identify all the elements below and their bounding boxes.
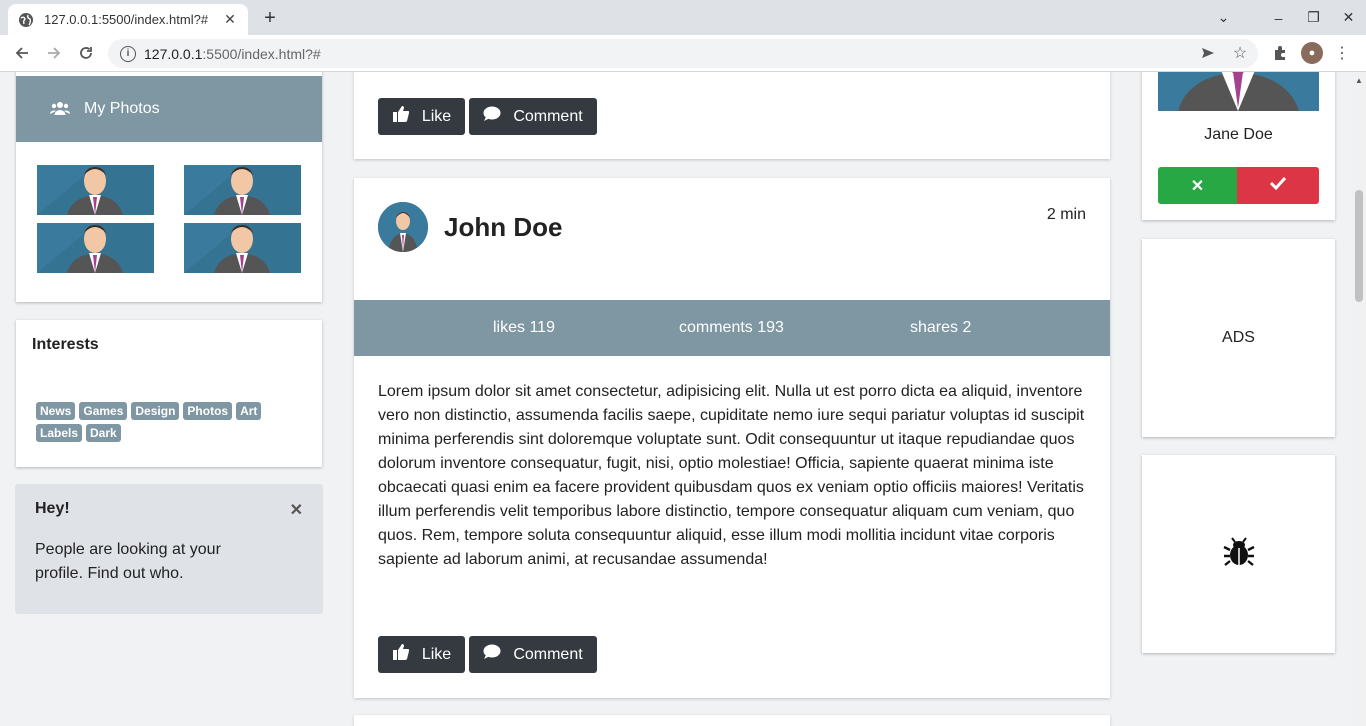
- decline-button[interactable]: ✕: [1158, 167, 1237, 204]
- scrollbar-thumb[interactable]: [1355, 190, 1363, 302]
- ads-card: ADS: [1142, 239, 1335, 437]
- post-stats-bar: likes 119 comments 193 shares 2: [354, 300, 1110, 356]
- thumbs-up-icon: [392, 643, 410, 666]
- forward-icon[interactable]: [42, 41, 66, 65]
- page-viewport: My Photos Interests News Games Design Ph…: [0, 72, 1352, 726]
- check-icon: [1269, 176, 1287, 195]
- alert-text: People are looking at your profile. Find…: [35, 541, 221, 582]
- likes-count[interactable]: likes 119: [493, 319, 555, 337]
- users-icon: [50, 101, 70, 117]
- tab-title: 127.0.0.1:5500/index.html?#: [44, 12, 209, 27]
- close-window-icon[interactable]: ✕: [1331, 9, 1366, 26]
- post-card: John Doe 2 min likes 119 comments 193 sh…: [354, 178, 1110, 698]
- user-avatar-icon: ●: [1301, 42, 1323, 64]
- photo-thumb[interactable]: [37, 165, 154, 215]
- post-body: Lorem ipsum dolor sit amet consectetur, …: [378, 383, 1085, 568]
- photo-thumb[interactable]: [184, 223, 301, 273]
- extensions-icon[interactable]: [1268, 41, 1292, 65]
- bookmark-star-icon[interactable]: ☆: [1228, 41, 1252, 65]
- window-controls: ⌄ – ❐ ✕: [1206, 0, 1366, 35]
- post-time: 2 min: [1046, 206, 1086, 223]
- friend-request-card: Jane Doe ✕: [1142, 72, 1335, 220]
- post-card: Like Comment: [354, 72, 1110, 159]
- minimize-icon[interactable]: –: [1261, 10, 1296, 26]
- url-path: :5500/index.html?#: [202, 45, 321, 62]
- comment-label: Comment: [513, 107, 583, 125]
- new-tab-icon[interactable]: +: [258, 6, 282, 30]
- tag-labels[interactable]: Labels: [36, 424, 83, 442]
- send-icon[interactable]: [1196, 41, 1220, 65]
- reload-icon[interactable]: [74, 41, 98, 65]
- like-label: Like: [421, 645, 452, 663]
- friend-photo[interactable]: [1158, 72, 1319, 111]
- shares-count[interactable]: shares 2: [910, 319, 971, 337]
- photo-thumb[interactable]: [184, 165, 301, 215]
- ads-label: ADS: [1222, 329, 1255, 346]
- tab-close-icon[interactable]: ✕: [222, 11, 238, 28]
- friend-name: Jane Doe: [1204, 126, 1273, 143]
- photo-thumb[interactable]: [37, 223, 154, 273]
- photos-title: My Photos: [84, 100, 160, 117]
- x-icon: ✕: [1190, 177, 1205, 195]
- tab-search-icon[interactable]: ⌄: [1206, 9, 1241, 26]
- bug-card: [1142, 455, 1335, 653]
- browser-toolbar: i 127.0.0.1:5500/index.html?# ☆ ● ⋮: [0, 35, 1366, 72]
- interests-title: Interests: [32, 336, 99, 353]
- like-button[interactable]: Like: [378, 98, 465, 135]
- like-button[interactable]: Like: [378, 636, 465, 673]
- comment-button[interactable]: Comment: [469, 98, 597, 135]
- page-scrollbar[interactable]: ▲: [1352, 72, 1366, 726]
- thumbs-up-icon: [392, 105, 410, 128]
- comments-count[interactable]: comments 193: [679, 319, 784, 337]
- scroll-up-icon[interactable]: ▲: [1355, 76, 1363, 85]
- comment-icon: [483, 644, 501, 665]
- back-icon[interactable]: [10, 41, 34, 65]
- accept-button[interactable]: [1237, 167, 1319, 204]
- alert-close-icon[interactable]: ✕: [290, 500, 303, 520]
- comment-button[interactable]: Comment: [469, 636, 597, 673]
- tag-photos[interactable]: Photos: [183, 402, 233, 420]
- bug-icon[interactable]: [1222, 536, 1255, 573]
- tag-design[interactable]: Design: [131, 402, 180, 420]
- site-info-icon[interactable]: i: [120, 45, 136, 62]
- tag-news[interactable]: News: [36, 402, 76, 420]
- url-host: 127.0.0.1: [144, 45, 203, 62]
- photos-header[interactable]: My Photos: [16, 76, 322, 142]
- tag-list: News Games Design Photos Art Labels Dark: [36, 402, 296, 442]
- restore-icon[interactable]: ❐: [1296, 9, 1331, 26]
- alert-title: Hey!: [35, 500, 70, 517]
- interests-card: Interests News Games Design Photos Art L…: [16, 320, 322, 467]
- author-avatar[interactable]: [378, 202, 428, 252]
- tag-games[interactable]: Games: [79, 402, 128, 420]
- browser-tab[interactable]: 127.0.0.1:5500/index.html?# ✕: [8, 4, 248, 35]
- menu-kebab-icon[interactable]: ⋮: [1330, 41, 1354, 65]
- comment-icon: [483, 106, 501, 127]
- tag-art[interactable]: Art: [236, 402, 262, 420]
- globe-icon: [18, 12, 34, 28]
- photos-card: My Photos: [16, 72, 322, 302]
- comment-label: Comment: [513, 645, 583, 663]
- author-name[interactable]: John Doe: [444, 212, 562, 243]
- alert-card: Hey! People are looking at your profile.…: [15, 484, 323, 614]
- post-card: [354, 715, 1110, 726]
- like-label: Like: [421, 107, 452, 125]
- address-bar[interactable]: i 127.0.0.1:5500/index.html?#: [108, 39, 1258, 68]
- profile-avatar[interactable]: ●: [1300, 41, 1324, 65]
- tag-dark[interactable]: Dark: [86, 424, 121, 442]
- browser-tabbar: 127.0.0.1:5500/index.html?# ✕ + ⌄ – ❐ ✕: [0, 0, 1366, 35]
